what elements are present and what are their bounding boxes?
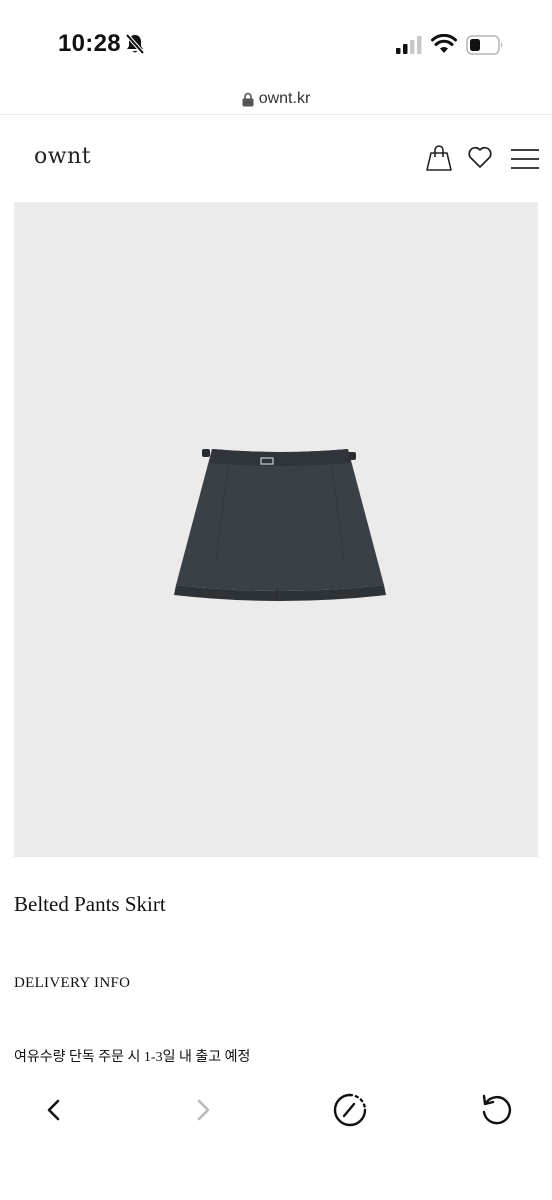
shopping-bag-icon[interactable] — [425, 144, 453, 172]
site-logo[interactable]: ownt — [34, 144, 91, 169]
delivery-info-heading[interactable]: DELIVERY INFO — [14, 975, 130, 992]
hamburger-menu-icon[interactable] — [510, 148, 540, 170]
cellular-signal-icon — [396, 36, 422, 54]
chevron-left-icon[interactable] — [34, 1090, 74, 1130]
delivery-note: 여유수량 단독 주문 시 1-3일 내 출고 예정 — [14, 1050, 251, 1065]
bell-slash-icon — [125, 33, 145, 55]
url-domain: ownt.kr — [258, 90, 311, 107]
product-image[interactable] — [14, 202, 538, 857]
url-bar-divider — [0, 114, 552, 115]
product-title: Belted Pants Skirt — [14, 892, 166, 916]
url-bar[interactable]: ownt.kr — [0, 84, 552, 114]
status-time: 10:28 — [58, 30, 121, 57]
heart-icon[interactable] — [467, 144, 493, 170]
lock-icon — [242, 92, 254, 106]
speed-gauge-icon[interactable] — [330, 1090, 370, 1130]
skirt-photo — [174, 449, 386, 601]
browser-toolbar — [0, 1080, 552, 1140]
status-bar: 10:28 — [0, 0, 552, 90]
chevron-right-icon[interactable] — [183, 1090, 223, 1130]
site-header: ownt — [0, 130, 552, 186]
wifi-icon — [431, 34, 457, 53]
battery-icon — [466, 35, 503, 55]
reload-icon[interactable] — [476, 1090, 516, 1130]
